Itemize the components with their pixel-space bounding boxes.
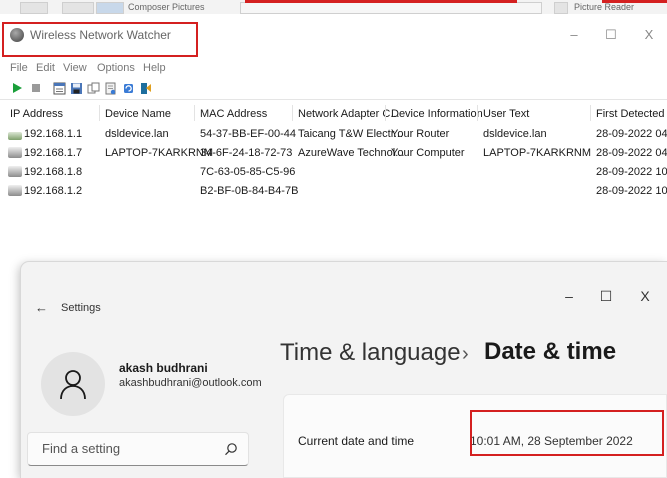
column-separator[interactable] (99, 105, 100, 121)
column-header-mac[interactable]: MAC Address (200, 106, 267, 122)
minimize-button[interactable]: – (564, 26, 584, 44)
cell-mac: 7C-63-05-85-C5-96 (200, 166, 296, 178)
exit-icon[interactable] (139, 81, 153, 95)
refresh-icon[interactable] (121, 81, 135, 95)
background-window-strip: Composer Pictures Picture Reader (0, 0, 667, 15)
column-separator[interactable] (590, 105, 591, 121)
cell-user-text: dsldevice.lan (483, 128, 547, 140)
background-tab-chip (96, 2, 124, 14)
cell-ip: 192.168.1.8 (24, 166, 83, 178)
user-email: akashbudhrani@outlook.com (119, 377, 262, 389)
menu-view[interactable]: View (63, 59, 87, 77)
save-icon[interactable] (69, 81, 83, 95)
settings-app-title: Settings (61, 302, 101, 314)
cell-ip: 192.168.1.2 (24, 185, 83, 197)
cell-device-name: dsldevice.lan (105, 128, 169, 140)
cell-first-detected: 28-09-2022 04:.. (596, 128, 667, 140)
background-address-bar (240, 2, 542, 14)
page-title: Date & time (484, 338, 617, 365)
menu-options[interactable]: Options (97, 59, 135, 77)
cell-ip: 192.168.1.7 (24, 147, 83, 159)
menu-help[interactable]: Help (143, 59, 166, 77)
cell-first-detected: 28-09-2022 10:.. (596, 166, 667, 178)
chevron-right-icon: › (462, 343, 469, 365)
device-list: IP Address Device Name MAC Address Netwo… (0, 100, 667, 250)
background-tab-chip (554, 2, 568, 14)
background-tab-chip (62, 2, 94, 14)
start-scan-icon[interactable] (10, 81, 24, 95)
menu-file[interactable]: File (10, 59, 28, 77)
settings-close-button[interactable]: X (633, 288, 657, 304)
column-header-first-detected[interactable]: First Detected ... (596, 106, 667, 122)
copy-icon[interactable] (86, 81, 100, 95)
breadcrumb-parent[interactable]: Time & language (280, 338, 461, 368)
column-separator[interactable] (385, 105, 386, 121)
table-row[interactable]: 192.168.1.1 dsldevice.lan 54-37-BB-EF-00… (0, 126, 667, 142)
maximize-button[interactable]: ☐ (601, 26, 621, 44)
properties-icon[interactable] (52, 81, 66, 95)
background-red-underline (602, 0, 667, 3)
user-icon (60, 370, 86, 400)
menu-edit[interactable]: Edit (36, 59, 55, 77)
back-arrow-icon[interactable]: ← (35, 300, 48, 316)
computer-icon (8, 166, 22, 177)
background-red-underline (245, 0, 517, 3)
cell-mac: 34-6F-24-18-72-73 (200, 147, 293, 159)
column-separator[interactable] (477, 105, 478, 121)
menu-bar: File Edit View Options Help (0, 59, 667, 77)
table-row[interactable]: 192.168.1.7 LAPTOP-7KARKRNM 34-6F-24-18-… (0, 145, 667, 161)
cell-mac: B2-BF-0B-84-B4-7B (200, 185, 299, 197)
settings-maximize-button[interactable]: ☐ (594, 288, 618, 304)
column-header-device-name[interactable]: Device Name (105, 106, 171, 122)
cell-user-text: LAPTOP-7KARKRNM (483, 147, 591, 159)
search-input[interactable]: Find a setting (27, 432, 249, 466)
cell-adapter: AzureWave Technol... (298, 147, 405, 159)
table-row[interactable]: 192.168.1.2 B2-BF-0B-84-B4-7B 28-09-2022… (0, 183, 667, 199)
stop-scan-icon[interactable] (29, 81, 43, 95)
toolbar (0, 77, 667, 100)
cell-first-detected: 28-09-2022 04:.. (596, 147, 667, 159)
column-separator[interactable] (292, 105, 293, 121)
background-tab-chip (20, 2, 48, 14)
wnw-title-bar[interactable]: Wireless Network Watcher – ☐ X (0, 14, 667, 59)
router-icon (8, 132, 22, 140)
cell-device-info: Your Router (391, 128, 450, 140)
cell-ip: 192.168.1.1 (24, 128, 83, 140)
background-tab-text: Composer Pictures (128, 2, 205, 12)
search-icon[interactable] (224, 442, 238, 456)
cell-device-info: Your Computer (391, 147, 465, 159)
date-highlight-box (470, 410, 664, 456)
column-header-ip[interactable]: IP Address (10, 106, 63, 122)
close-button[interactable]: X (639, 26, 659, 44)
cell-adapter: Taicang T&W Electr... (298, 128, 403, 140)
user-name: akash budhrani (119, 361, 208, 375)
avatar[interactable] (41, 352, 105, 416)
title-highlight-box (2, 22, 198, 57)
settings-minimize-button[interactable]: – (557, 288, 581, 304)
computer-icon (8, 185, 22, 196)
cell-device-name: LAPTOP-7KARKRNM (105, 147, 213, 159)
column-separator[interactable] (194, 105, 195, 121)
cell-first-detected: 28-09-2022 10:.. (596, 185, 667, 197)
search-placeholder: Find a setting (42, 441, 121, 456)
column-header-device-info[interactable]: Device Information (391, 106, 483, 122)
cell-mac: 54-37-BB-EF-00-44 (200, 128, 296, 140)
computer-icon (8, 147, 22, 158)
table-row[interactable]: 192.168.1.8 7C-63-05-85-C5-96 28-09-2022… (0, 164, 667, 180)
current-date-time-label: Current date and time (298, 434, 415, 448)
column-header-user-text[interactable]: User Text (483, 106, 529, 122)
html-report-icon[interactable] (103, 81, 117, 95)
